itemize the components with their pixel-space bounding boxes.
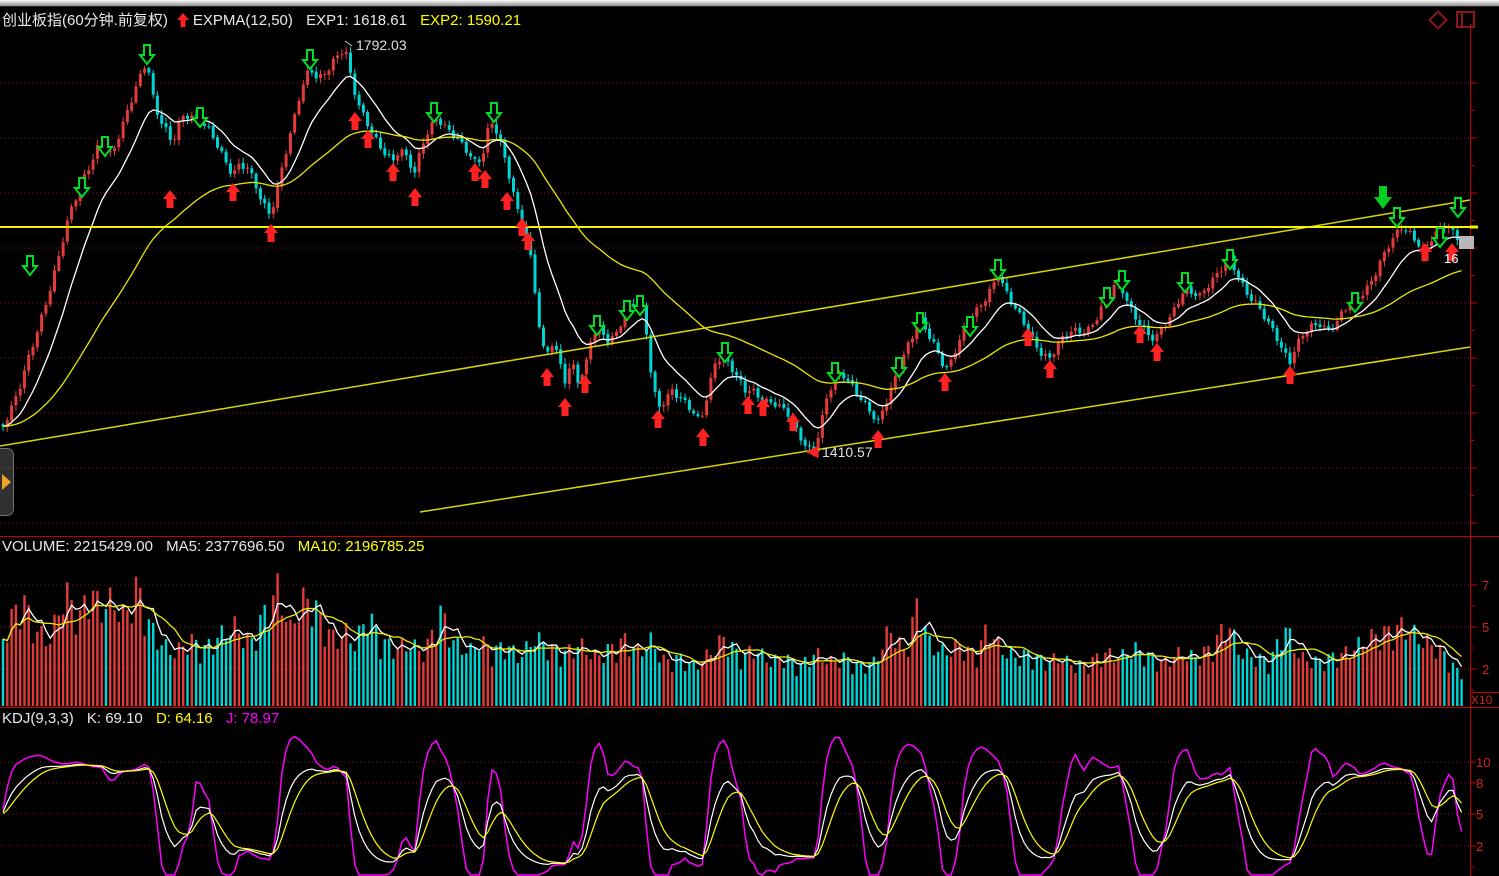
chart-canvas[interactable]: 1792.03 1410.57 16 7 5 2 X10 10 8 5 2: [0, 0, 1499, 876]
main-chart-header: 创业板指(60分钟.前复权) EXPMA(12,50) EXP1: 1618.61…: [2, 9, 530, 30]
up-arrow-icon: [177, 13, 189, 27]
pan-left-handle[interactable]: [0, 448, 14, 516]
symbol-title: 创业板指(60分钟.前复权): [2, 12, 168, 29]
diamond-icon[interactable]: [1428, 10, 1448, 30]
svg-text:5: 5: [1482, 620, 1489, 635]
svg-text:5: 5: [1476, 807, 1483, 822]
indicator-name: EXPMA(12,50): [193, 12, 293, 29]
right-triangle-icon: [2, 474, 11, 490]
volume-value: VOLUME: 2215429.00: [2, 538, 153, 555]
svg-text:2: 2: [1482, 662, 1489, 677]
kdj-k-value: K: 69.10: [87, 710, 143, 727]
volume-ma10-value: MA10: 2196785.25: [298, 538, 425, 555]
svg-text:10: 10: [1476, 755, 1490, 770]
titlebar-icon-row: [1431, 11, 1475, 28]
kdj-j-value: J: 78.97: [226, 710, 279, 727]
svg-text:7: 7: [1482, 578, 1489, 593]
svg-text:X10: X10: [1471, 693, 1493, 707]
svg-text:1792.03: 1792.03: [356, 37, 407, 53]
svg-text:16: 16: [1444, 251, 1458, 266]
window-titlebar: [0, 0, 1499, 7]
exp2-value: EXP2: 1590.21: [420, 12, 521, 29]
window-icon[interactable]: [1456, 11, 1475, 28]
volume-ma5-value: MA5: 2377696.50: [166, 538, 284, 555]
svg-text:2: 2: [1476, 839, 1483, 854]
volume-panel-header: VOLUME: 2215429.00 MA5: 2377696.50 MA10:…: [2, 538, 434, 555]
exp1-value: EXP1: 1618.61: [306, 12, 407, 29]
svg-text:8: 8: [1476, 776, 1483, 791]
kdj-d-value: D: 64.16: [156, 710, 213, 727]
kdj-name: KDJ(9,3,3): [2, 710, 74, 727]
svg-text:1410.57: 1410.57: [822, 444, 873, 460]
kdj-panel-header: KDJ(9,3,3) K: 69.10 D: 64.16 J: 78.97: [2, 710, 288, 727]
trading-app-screen: 1792.03 1410.57 16 7 5 2 X10 10 8 5 2 创业板指(60分钟.前复…: [0, 0, 1499, 876]
